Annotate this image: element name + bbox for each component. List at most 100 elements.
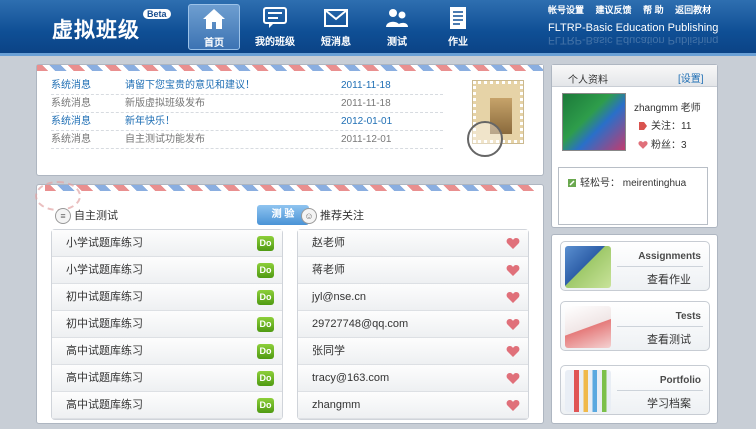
chart-image: [565, 370, 611, 412]
list-item[interactable]: tracy@163.com: [298, 365, 528, 392]
recommend-user[interactable]: 蒋老师: [312, 257, 345, 284]
nav-homework-label: 作业: [448, 37, 468, 48]
list-item[interactable]: 张同学: [298, 338, 528, 365]
message-date: 2012-01-01: [341, 116, 393, 127]
do-button[interactable]: Do: [257, 398, 274, 413]
message-row[interactable]: 系统消息 新年快乐！ 2012-01-01: [51, 113, 443, 131]
profile-header: 个人资料 [设置]: [552, 65, 717, 87]
back-to-materials-link[interactable]: 返回教材: [675, 5, 711, 15]
message-content[interactable]: 新版虚拟班级发布: [125, 95, 205, 113]
list-item[interactable]: 高中试题库练习 Do: [52, 392, 282, 419]
nav-tests[interactable]: 测试: [371, 4, 423, 50]
notebook-image: [565, 246, 611, 288]
nav-my-class[interactable]: 我的班级: [249, 4, 301, 50]
test-item-label: 初中试题库练习: [66, 291, 143, 303]
recommend-user[interactable]: jyl@nse.cn: [312, 284, 366, 311]
list-item[interactable]: 初中试题库练习 Do: [52, 311, 282, 338]
do-button[interactable]: Do: [257, 344, 274, 359]
nav-homework[interactable]: 作业: [432, 4, 484, 50]
heart-icon[interactable]: [506, 291, 520, 304]
people-icon: [386, 9, 408, 27]
airmail-border: [45, 185, 535, 191]
heart-icon[interactable]: [506, 399, 520, 412]
heart-icon[interactable]: [506, 345, 520, 358]
beta-badge: Beta: [143, 9, 171, 19]
test-paper-image: [565, 306, 611, 348]
test-item-label: 小学试题库练习: [66, 264, 143, 276]
do-button[interactable]: Do: [257, 236, 274, 251]
profile-title: 个人资料: [568, 75, 608, 86]
recommend-user[interactable]: 赵老师: [312, 230, 345, 257]
message-type: 系统消息: [51, 80, 91, 91]
airmail-border: [37, 65, 543, 71]
list-item[interactable]: 蒋老师: [298, 257, 528, 284]
message-type: 系统消息: [51, 98, 91, 109]
message-date: 2011-11-18: [341, 98, 391, 109]
list-item[interactable]: 初中试题库练习 Do: [52, 284, 282, 311]
test-item-label: 初中试题库练习: [66, 318, 143, 330]
recommend-title: 推荐关注: [320, 210, 364, 222]
tests-and-recommend-panel: ≡ 自主测试 测 验 小学试题库练习 Do 小学试题库练习 Do 初中试题库练习 Do …: [35, 181, 544, 424]
list-item[interactable]: 小学试题库练习 Do: [52, 257, 282, 284]
document-icon: [450, 7, 466, 29]
recommend-user[interactable]: zhangmm: [312, 392, 360, 419]
shortcut-cards-panel: Assignments 查看作业 Tests 查看测试 Portfolio 学习…: [551, 234, 718, 424]
card-title-zh: 查看测试: [647, 334, 691, 346]
people-icon: ☺: [301, 208, 317, 225]
list-item[interactable]: 赵老师: [298, 230, 528, 257]
do-button[interactable]: Do: [257, 290, 274, 305]
nav-home-label: 首页: [204, 38, 224, 49]
message-row[interactable]: 系统消息 请留下您宝贵的意见和建议！ 2011-11-18: [51, 77, 443, 95]
feedback-link[interactable]: 建议反馈: [596, 5, 632, 15]
avatar[interactable]: [562, 93, 626, 151]
account-settings-link[interactable]: 帐号设置: [548, 5, 584, 15]
follow-count[interactable]: 关注：11: [638, 117, 691, 132]
recommend-user[interactable]: tracy@163.com: [312, 365, 389, 392]
message-row[interactable]: 系统消息 自主测试功能发布 2011-12-01: [51, 131, 443, 149]
nav-home[interactable]: 首页: [188, 4, 240, 50]
assignments-card[interactable]: Assignments 查看作业: [560, 241, 710, 291]
do-button[interactable]: Do: [257, 263, 274, 278]
recommend-user[interactable]: 张同学: [312, 338, 345, 365]
message-row[interactable]: 系统消息 新版虚拟班级发布 2011-11-18: [51, 95, 443, 113]
portfolio-card[interactable]: Portfolio 学习档案: [560, 365, 710, 415]
message-content[interactable]: 请留下您宝贵的意见和建议！: [125, 77, 255, 95]
top-links: 帐号设置 建议反馈 帮 助 返回教材: [548, 3, 720, 16]
publisher-brand-reflection: FLTRP-Basic Education Publishing: [548, 36, 719, 46]
list-item[interactable]: jyl@nse.cn: [298, 284, 528, 311]
easy-number: 轻松号： meirentinghua: [567, 174, 686, 189]
clipboard-icon: ≡: [55, 208, 71, 225]
do-button[interactable]: Do: [257, 371, 274, 386]
card-title-zh: 学习档案: [647, 398, 691, 410]
list-item[interactable]: 小学试题库练习 Do: [52, 230, 282, 257]
list-item[interactable]: zhangmm: [298, 392, 528, 419]
envelope-icon: [324, 9, 348, 27]
chat-icon: [263, 7, 287, 28]
user-name: zhangmm 老师: [634, 103, 701, 114]
list-item[interactable]: 29727748@qq.com: [298, 311, 528, 338]
help-link[interactable]: 帮 助: [643, 5, 664, 15]
top-header: 虚拟班级 Beta 首页 我的班级 短消息 测试 作业 帐号设置 建议反馈 帮 …: [0, 0, 756, 56]
nav-messages[interactable]: 短消息: [310, 4, 362, 50]
list-item[interactable]: 高中试题库练习 Do: [52, 338, 282, 365]
nav-tests-label: 测试: [387, 37, 407, 48]
messages-panel: 系统消息 请留下您宝贵的意见和建议！ 2011-11-18 系统消息 新版虚拟班…: [36, 64, 544, 176]
recommend-list: 赵老师 蒋老师 jyl@nse.cn 29727748@qq.com 张同学 t…: [297, 229, 529, 420]
recommend-user[interactable]: 29727748@qq.com: [312, 311, 408, 338]
fans-label: 粉丝：3: [651, 140, 687, 151]
self-test-title: 自主测试: [74, 210, 118, 222]
list-item[interactable]: 高中试题库练习 Do: [52, 365, 282, 392]
profile-settings-link[interactable]: [设置]: [678, 70, 704, 85]
do-button[interactable]: Do: [257, 317, 274, 332]
heart-icon[interactable]: [506, 264, 520, 277]
message-content[interactable]: 新年快乐！: [125, 113, 175, 131]
message-content[interactable]: 自主测试功能发布: [125, 131, 205, 149]
tests-card[interactable]: Tests 查看测试: [560, 301, 710, 351]
profile-panel: 个人资料 [设置] zhangmm 老师 关注：11 粉丝：3 轻松号： mei…: [551, 64, 718, 228]
app-logo[interactable]: 虚拟班级: [52, 14, 140, 44]
heart-icon[interactable]: [506, 318, 520, 331]
heart-icon[interactable]: [506, 237, 520, 250]
fans-count[interactable]: 粉丝：3: [638, 136, 687, 151]
self-test-list: 小学试题库练习 Do 小学试题库练习 Do 初中试题库练习 Do 初中试题库练习 Do …: [51, 229, 283, 420]
heart-icon[interactable]: [506, 372, 520, 385]
